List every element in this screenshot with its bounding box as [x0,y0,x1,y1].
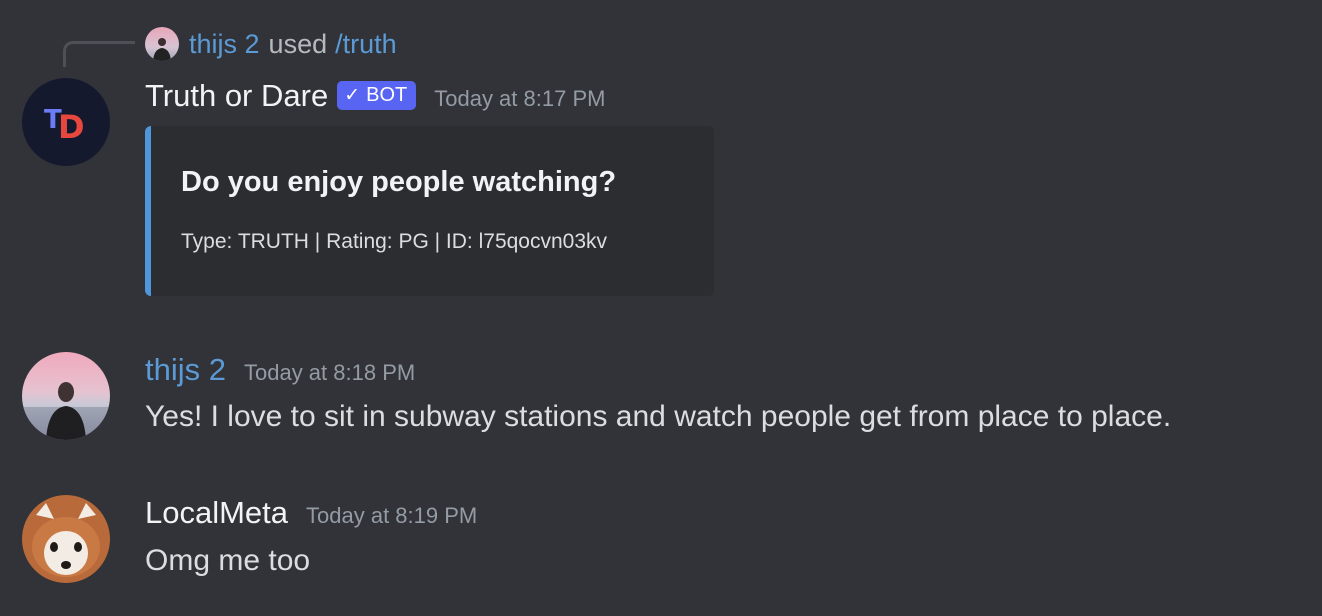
message-header-thijs: thijs 2 Today at 8:18 PM [145,352,415,388]
reply-spine [63,41,135,67]
svg-text:D: D [58,108,85,146]
message-timestamp[interactable]: Today at 8:17 PM [434,86,605,112]
bot-badge: ✓ BOT [337,80,417,110]
truth-embed: Do you enjoy people watching? Type: TRUT… [145,126,714,296]
red-panda-avatar-icon [22,495,110,583]
person-avatar-icon [22,352,110,440]
bot-badge-label: BOT [366,83,408,106]
user-avatar-thijs[interactable] [22,352,110,440]
message-timestamp[interactable]: Today at 8:19 PM [306,503,477,529]
embed-footer: Type: TRUTH | Rating: PG | ID: l75qocvn0… [181,230,608,253]
command-reply-line[interactable]: thijs 2 used /truth [145,26,397,62]
message-text-thijs: Yes! I love to sit in subway stations an… [145,400,1172,433]
chat-view: thijs 2 used /truth T D Truth or Dare ✓ … [0,0,1322,616]
truth-or-dare-logo-icon: T D [22,78,110,166]
message-header-localmeta: LocalMeta Today at 8:19 PM [145,495,477,531]
bot-username[interactable]: Truth or Dare [145,78,328,114]
message-header-bot: Truth or Dare ✓ BOT Today at 8:17 PM [145,78,605,114]
reply-username[interactable]: thijs 2 [189,29,260,60]
localmeta-username[interactable]: LocalMeta [145,495,288,531]
person-avatar-icon [145,27,179,61]
user-avatar-localmeta[interactable] [22,495,110,583]
message-text-localmeta: Omg me too [145,544,311,577]
verified-check-icon: ✓ [344,84,361,106]
reply-used-text: used [268,28,328,59]
reply-avatar[interactable] [145,27,179,61]
message-timestamp[interactable]: Today at 8:18 PM [244,360,415,386]
embed-title: Do you enjoy people watching? [181,166,617,198]
bot-avatar[interactable]: T D [22,78,110,166]
reply-command[interactable]: /truth [335,29,397,60]
thijs-username[interactable]: thijs 2 [145,352,226,388]
